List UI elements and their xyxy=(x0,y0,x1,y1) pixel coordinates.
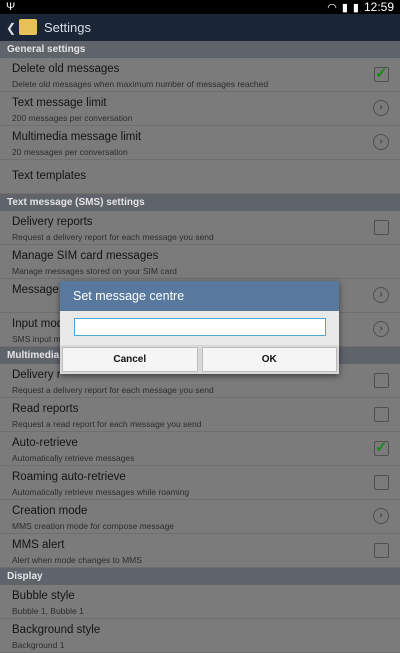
row-subtitle: Request a delivery report for each messa… xyxy=(12,232,214,242)
row-title: Background style xyxy=(12,624,101,636)
action-bar: ❮ Settings xyxy=(0,14,400,41)
status-bar: Ψ ◠ ▮ ▮ 12:59 xyxy=(0,0,400,14)
section-sms: Text message (SMS) settings xyxy=(0,194,400,211)
delivery-mms-checkbox[interactable] xyxy=(374,373,389,388)
row-manage-sim[interactable]: Manage SIM card messages Manage messages… xyxy=(0,245,400,279)
row-roaming-auto-retrieve[interactable]: Roaming auto-retrieve Automatically retr… xyxy=(0,466,400,500)
row-delivery-reports-sms[interactable]: Delivery reports Request a delivery repo… xyxy=(0,211,400,245)
delivery-sms-checkbox[interactable] xyxy=(374,220,389,235)
row-multimedia-message-limit[interactable]: Multimedia message limit 20 messages per… xyxy=(0,126,400,160)
row-read-reports[interactable]: Read reports Request a read report for e… xyxy=(0,398,400,432)
row-subtitle: Alert when mode changes to MMS xyxy=(12,555,142,565)
row-title: Delivery reports xyxy=(12,216,93,228)
dialog-buttons: Cancel OK xyxy=(60,345,339,374)
row-subtitle: Manage messages stored on your SIM card xyxy=(12,266,177,276)
row-text-templates[interactable]: Text templates xyxy=(0,160,400,194)
row-title: Auto-retrieve xyxy=(12,437,78,449)
row-title: Input mod xyxy=(12,318,64,330)
message-centre-input[interactable] xyxy=(74,318,326,336)
row-title: Read reports xyxy=(12,403,79,415)
row-subtitle: SMS input m xyxy=(12,334,61,344)
status-icons: ◠ ▮ ▮ 12:59 xyxy=(327,0,394,14)
auto-retrieve-checkbox[interactable] xyxy=(374,438,389,456)
row-subtitle: Bubble 1, Bubble 1 xyxy=(12,606,84,616)
usb-icon: Ψ xyxy=(6,1,16,13)
row-bubble-style[interactable]: Bubble style Bubble 1, Bubble 1 xyxy=(0,585,400,619)
row-title: Roaming auto-retrieve xyxy=(12,471,126,483)
row-subtitle: MMS creation mode for compose message xyxy=(12,521,175,531)
row-subtitle: Request a read report for each message y… xyxy=(12,419,202,429)
mms-alert-checkbox[interactable] xyxy=(374,543,389,558)
wifi-icon: ◠ xyxy=(327,1,337,14)
row-subtitle: 200 messages per conversation xyxy=(12,113,133,123)
row-subtitle: Automatically retrieve messages while ro… xyxy=(12,487,190,497)
chevron-right-icon: › xyxy=(373,100,389,116)
row-text-message-limit[interactable]: Text message limit 200 messages per conv… xyxy=(0,92,400,126)
chevron-right-icon: › xyxy=(373,508,389,524)
row-title: Multimedia message limit xyxy=(12,131,142,143)
row-title: Creation mode xyxy=(12,505,88,517)
row-title: Bubble style xyxy=(12,590,75,602)
chevron-right-icon: › xyxy=(373,321,389,337)
row-delete-old-messages[interactable]: Delete old messages Delete old messages … xyxy=(0,58,400,92)
row-subtitle: Background 1 xyxy=(12,640,65,650)
section-display: Display xyxy=(0,568,400,585)
row-title: Manage SIM card messages xyxy=(12,250,159,262)
row-title: Text templates xyxy=(12,170,87,182)
row-subtitle: Request a delivery report for each messa… xyxy=(12,385,214,395)
row-creation-mode[interactable]: Creation mode MMS creation mode for comp… xyxy=(0,500,400,534)
signal-icon: ▮ xyxy=(341,1,348,14)
row-subtitle: Delete old messages when maximum number … xyxy=(12,79,269,89)
section-general: General settings xyxy=(0,41,400,58)
row-title: Delete old messages xyxy=(12,63,120,75)
dialog-title: Set message centre xyxy=(60,281,339,311)
chevron-right-icon: › xyxy=(373,134,389,150)
chevron-right-icon: › xyxy=(373,287,389,303)
ok-button[interactable]: OK xyxy=(201,347,337,372)
status-time: 12:59 xyxy=(363,0,394,14)
row-title: Message xyxy=(12,284,59,296)
row-subtitle: 20 messages per conversation xyxy=(12,147,128,157)
read-reports-checkbox[interactable] xyxy=(374,407,389,422)
delete-old-checkbox[interactable] xyxy=(374,64,389,82)
set-message-centre-dialog: Set message centre Cancel OK xyxy=(60,281,339,374)
back-icon[interactable]: ❮ xyxy=(6,21,16,35)
row-title: Text message limit xyxy=(12,97,107,109)
battery-icon: ▮ xyxy=(352,1,359,14)
row-subtitle: Automatically retrieve messages xyxy=(12,453,135,463)
roaming-checkbox[interactable] xyxy=(374,475,389,490)
cancel-button[interactable]: Cancel xyxy=(62,347,198,372)
row-title: Delivery r xyxy=(12,369,61,381)
row-auto-retrieve[interactable]: Auto-retrieve Automatically retrieve mes… xyxy=(0,432,400,466)
messages-app-icon[interactable] xyxy=(19,19,37,35)
row-title: MMS alert xyxy=(12,539,65,551)
page-title: Settings xyxy=(44,20,91,35)
row-mms-alert[interactable]: MMS alert Alert when mode changes to MMS xyxy=(0,534,400,568)
row-background-style[interactable]: Background style Background 1 xyxy=(0,619,400,653)
